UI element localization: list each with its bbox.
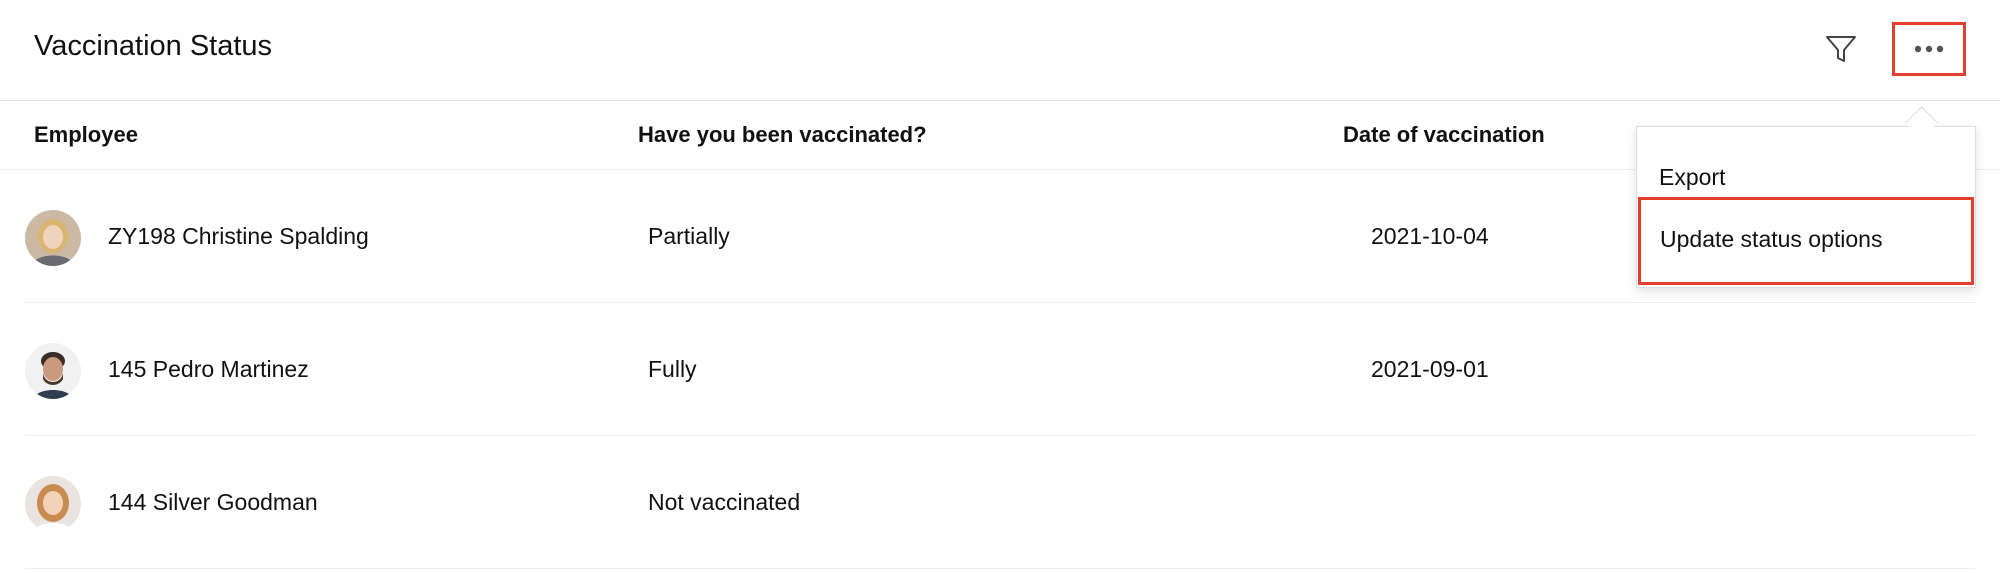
avatar <box>25 210 81 266</box>
column-header-date[interactable]: Date of vaccination <box>1343 122 1545 148</box>
more-options-button[interactable] <box>1892 22 1966 76</box>
employee-name[interactable]: 145 Pedro Martinez <box>108 356 309 383</box>
menu-item-export[interactable]: Export <box>1637 157 1975 197</box>
menu-item-update-status-options[interactable]: Update status options <box>1638 197 1974 285</box>
avatar <box>25 476 81 532</box>
employee-name[interactable]: 144 Silver Goodman <box>108 489 318 516</box>
employee-name[interactable]: ZY198 Christine Spalding <box>108 223 369 250</box>
vaccination-status: Not vaccinated <box>648 489 801 515</box>
table-row[interactable]: 145 Pedro Martinez Fully 2021-09-01 <box>0 303 2000 436</box>
page-header: Vaccination Status <box>0 0 2000 101</box>
vaccination-status: Fully <box>648 356 697 382</box>
page-title: Vaccination Status <box>34 30 273 62</box>
vaccination-date: 2021-09-01 <box>1371 356 1489 382</box>
more-horizontal-icon <box>1914 40 1944 58</box>
column-header-vaccinated[interactable]: Have you been vaccinated? <box>638 122 927 148</box>
column-header-employee[interactable]: Employee <box>34 122 138 148</box>
vaccination-status: Partially <box>648 223 730 249</box>
more-options-menu: Export Update status options <box>1636 126 1976 288</box>
row-divider <box>25 568 1975 569</box>
filter-button[interactable] <box>1822 32 1860 70</box>
vaccination-date: 2021-10-04 <box>1371 223 1489 249</box>
avatar <box>25 343 81 399</box>
filter-icon <box>1824 32 1858 71</box>
table-row[interactable]: 144 Silver Goodman Not vaccinated <box>0 436 2000 569</box>
